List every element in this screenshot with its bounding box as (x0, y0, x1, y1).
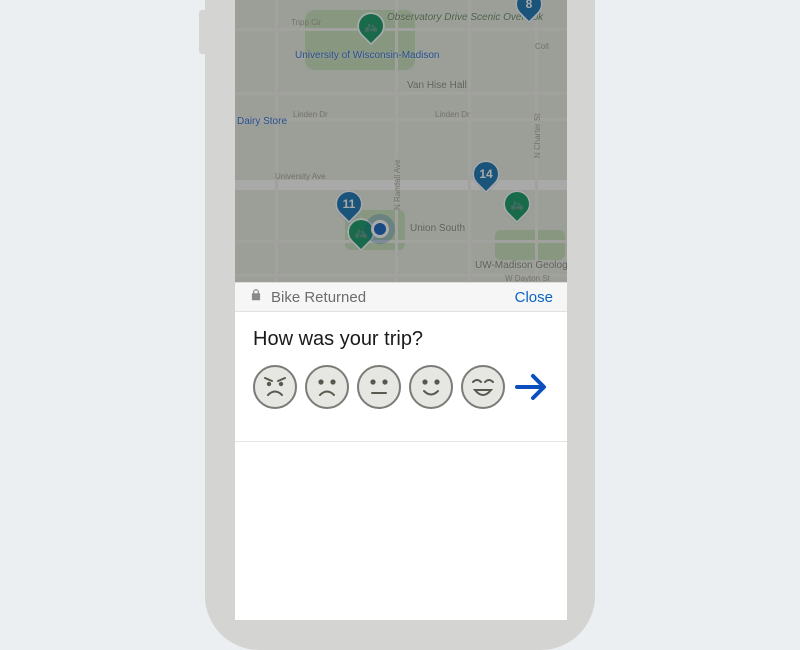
station-count: 14 (479, 167, 492, 181)
street-linden: Linden Dr (435, 110, 470, 119)
map-label-geology: UW-Madison Geology Museum (475, 260, 567, 271)
rating-face-very-happy[interactable] (461, 365, 505, 409)
map-park (495, 230, 565, 260)
rating-face-sad[interactable] (305, 365, 349, 409)
rating-panel: How was your trip? (235, 312, 567, 442)
street-coll: Coll (535, 42, 549, 51)
street-randall: N Randall Ave (393, 159, 402, 210)
rating-prompt: How was your trip? (253, 328, 549, 351)
map-road (235, 240, 567, 243)
bike-icon: 🚲 (354, 225, 369, 239)
map-label-union-south: Union South (410, 223, 465, 234)
phone-side-button (199, 10, 205, 54)
map-road (235, 28, 567, 31)
street-charter: N Charter St (533, 114, 542, 158)
street-university: University Ave (275, 172, 326, 181)
map-label-dairy-store: Dairy Store (237, 116, 287, 127)
street-tripp: Tripp Cir (291, 18, 321, 27)
map-label-van-hise: Van Hise Hall (407, 80, 467, 91)
station-count: 11 (343, 197, 356, 211)
close-button[interactable]: Close (515, 289, 553, 306)
bike-icon: 🚲 (510, 197, 525, 211)
rating-face-angry[interactable] (253, 365, 297, 409)
modal-header: Bike Returned Close (235, 282, 567, 312)
station-pin-bike[interactable]: 🚲 (497, 184, 537, 224)
modal-status-text: Bike Returned (271, 289, 515, 306)
phone-frame: University of Wisconsin-Madison Observat… (205, 0, 595, 650)
map-road (395, 0, 398, 282)
next-button[interactable] (513, 369, 549, 405)
street-linden: Linden Dr (293, 110, 328, 119)
station-count: 8 (526, 0, 533, 11)
rating-faces-row (253, 365, 549, 409)
user-location-dot (371, 220, 389, 238)
map-label-uw-madison: University of Wisconsin-Madison (295, 50, 440, 61)
map-view[interactable]: University of Wisconsin-Madison Observat… (235, 0, 567, 282)
map-road (275, 0, 278, 282)
bike-icon: 🚲 (364, 19, 379, 33)
rating-face-happy[interactable] (409, 365, 453, 409)
map-road (468, 0, 471, 282)
lock-icon (249, 288, 263, 307)
app-screen: University of Wisconsin-Madison Observat… (235, 0, 567, 620)
map-road (235, 92, 567, 95)
rating-face-neutral[interactable] (357, 365, 401, 409)
